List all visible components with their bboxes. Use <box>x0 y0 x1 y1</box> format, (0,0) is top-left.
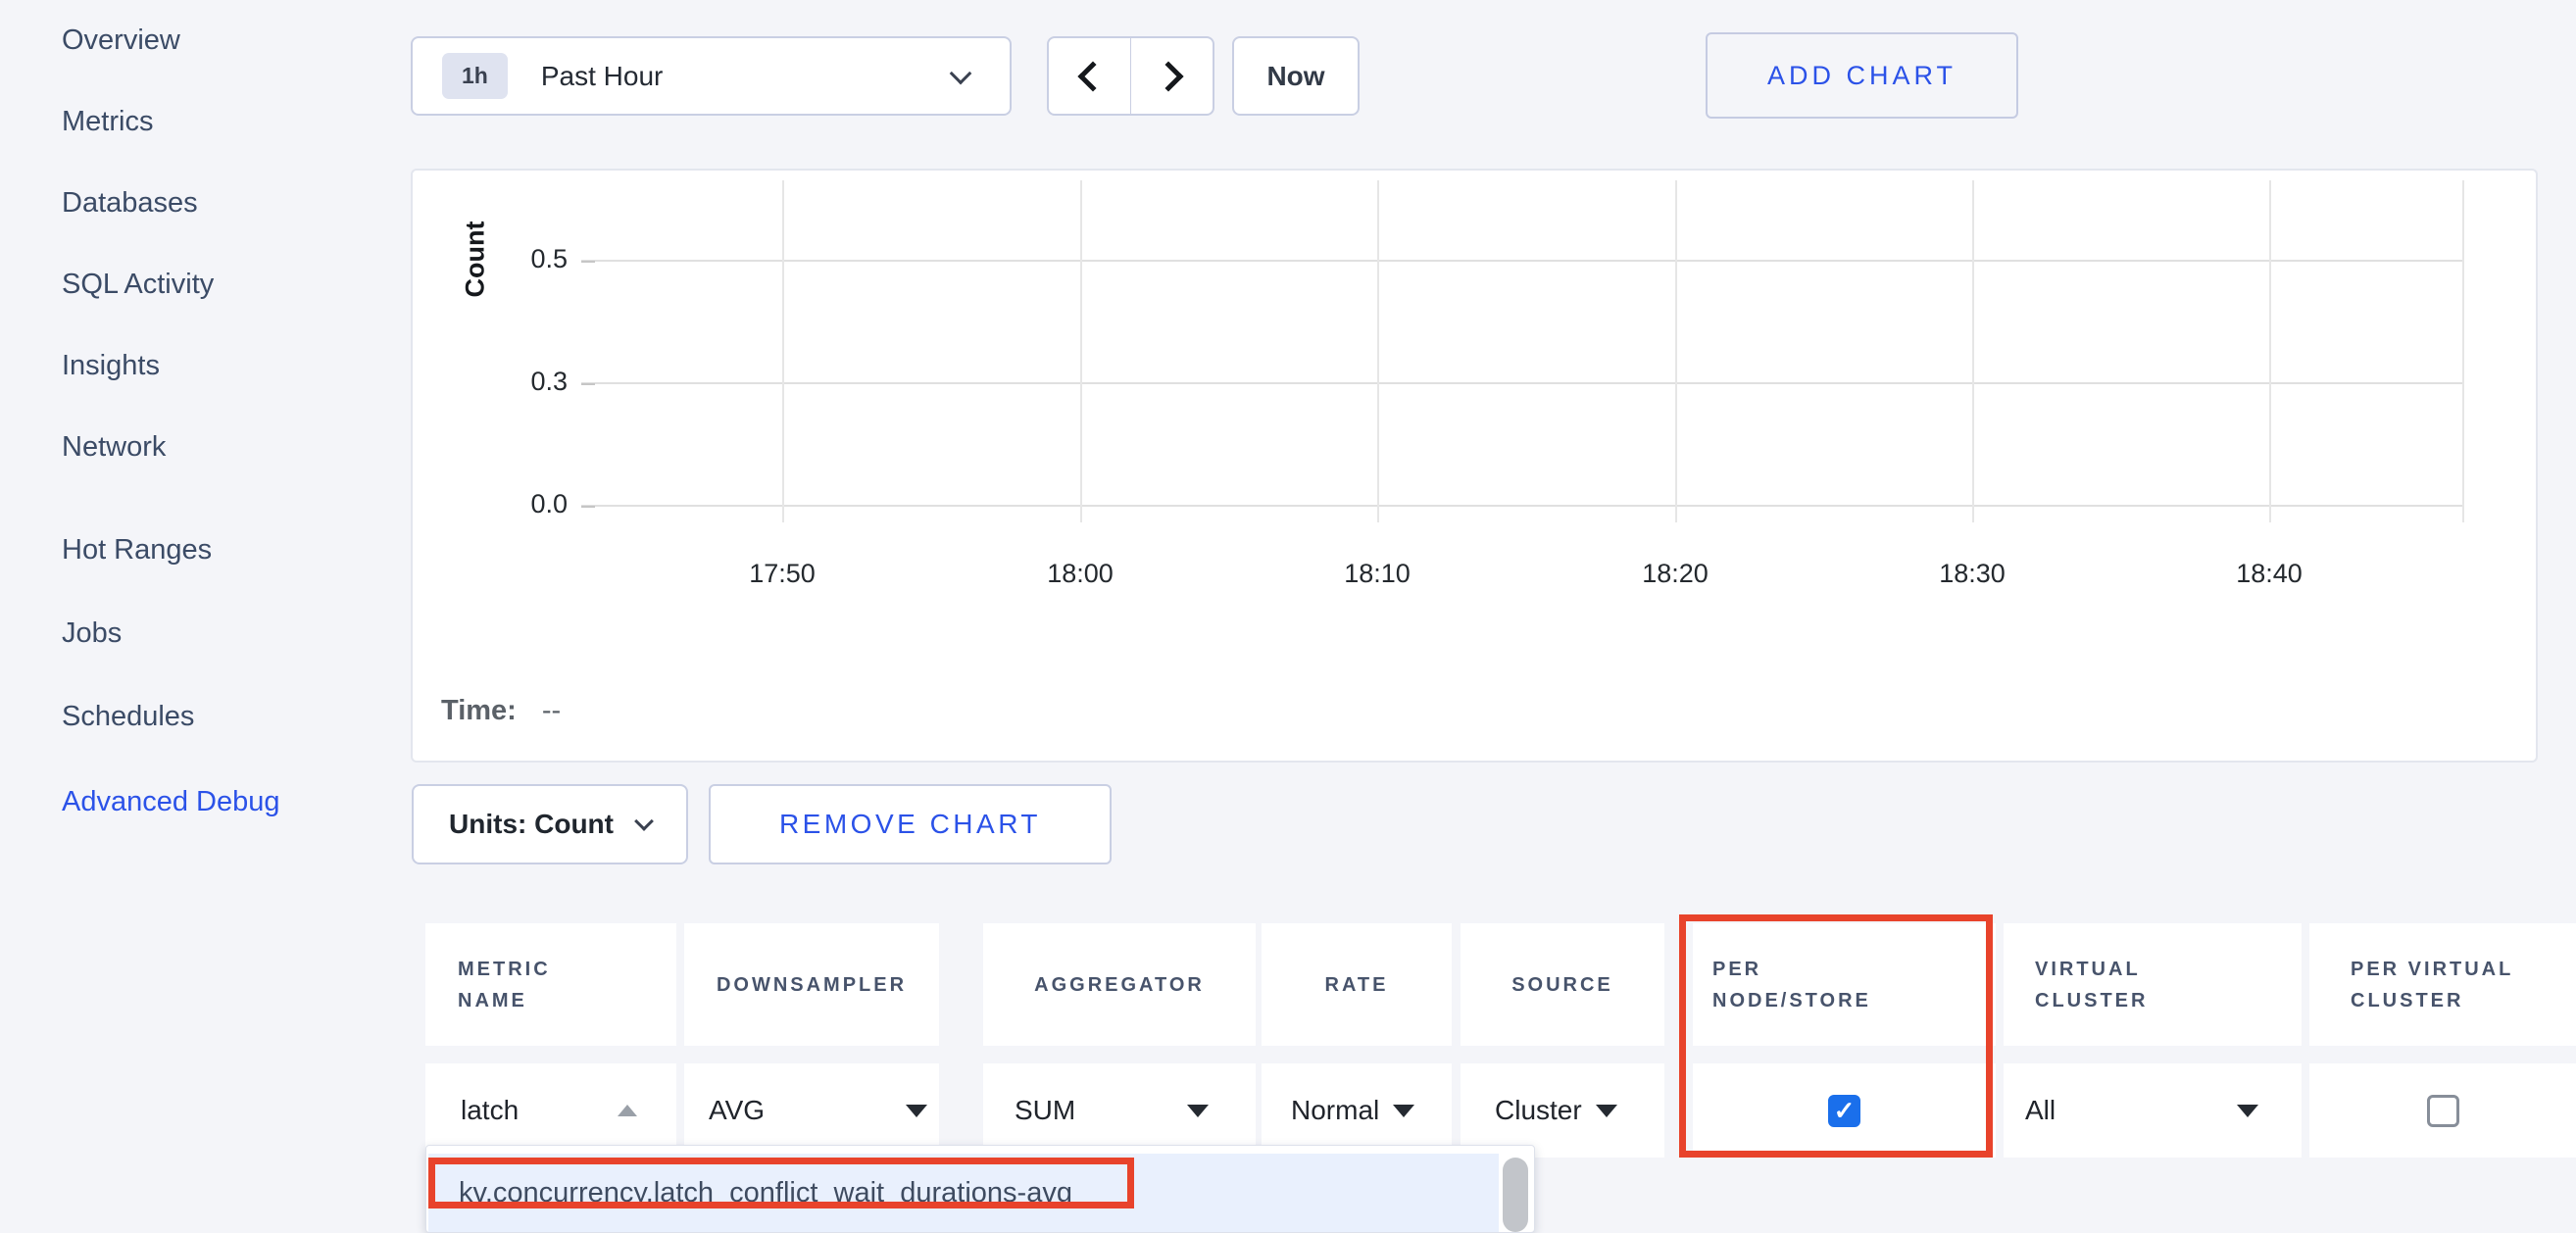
now-button[interactable]: Now <box>1232 36 1360 116</box>
horizontal-gridline <box>581 260 2462 262</box>
metric-suggestion-text: kv.concurrency.latch_conflict_wait_durat… <box>459 1177 1072 1209</box>
table-row-cell-metric-name: latch <box>425 1063 676 1158</box>
time-value: -- <box>542 695 561 726</box>
chevron-down-icon <box>634 812 654 831</box>
per-virtual-cluster-checkbox[interactable] <box>2427 1095 2459 1127</box>
vertical-gridline <box>2462 180 2464 522</box>
x-tick-label: 18:10 <box>1318 559 1436 589</box>
chart-hover-time: Time: -- <box>441 695 561 727</box>
vertical-gridline <box>782 180 784 522</box>
rate-select[interactable]: Normal <box>1262 1095 1379 1126</box>
virtual-cluster-select[interactable]: All <box>2004 1095 2056 1126</box>
y-tick-label: 0.0 <box>499 489 568 519</box>
sidebar-item-advanced-debug[interactable]: Advanced Debug <box>62 786 280 818</box>
column-header-per-node-store: PER NODE/STORE <box>1693 923 1996 1046</box>
custom-chart-card: Count Time: -- 0.5 0.3 0.0 17:50 18:00 18:10 18… <box>411 169 2538 763</box>
table-row-cell-rate: Normal <box>1262 1063 1452 1158</box>
sidebar-item-overview[interactable]: Overview <box>62 25 180 57</box>
caret-up-icon[interactable] <box>618 1105 637 1116</box>
downsampler-select[interactable]: AVG <box>684 1095 765 1126</box>
column-header-downsampler: DOWNSAMPLER <box>684 923 939 1046</box>
caret-down-icon[interactable] <box>1187 1105 1209 1117</box>
vertical-gridline <box>2269 180 2271 522</box>
time-range-selector[interactable]: 1h Past Hour <box>411 36 1012 116</box>
caret-down-icon[interactable] <box>2237 1105 2258 1117</box>
vertical-gridline <box>1972 180 1974 522</box>
y-tick-label: 0.3 <box>499 367 568 397</box>
sidebar-item-schedules[interactable]: Schedules <box>62 701 194 733</box>
column-header-aggregator: AGGREGATOR <box>983 923 1256 1046</box>
table-row-cell-virtual-cluster: All <box>2004 1063 2302 1158</box>
column-header-metric-name: METRIC NAME <box>425 923 676 1046</box>
column-header-source: SOURCE <box>1461 923 1664 1046</box>
sidebar-item-network[interactable]: Network <box>62 431 166 464</box>
add-chart-button[interactable]: ADD CHART <box>1706 32 2018 119</box>
units-label: Units: Count <box>449 809 614 840</box>
table-row-cell-downsampler: AVG <box>684 1063 939 1158</box>
y-tick-label: 0.5 <box>499 244 568 274</box>
sidebar-item-hot-ranges[interactable]: Hot Ranges <box>62 534 212 567</box>
source-select[interactable]: Cluster <box>1461 1095 1582 1126</box>
x-tick-label: 17:50 <box>723 559 841 589</box>
table-row-cell-aggregator: SUM <box>983 1063 1256 1158</box>
column-header-rate: RATE <box>1262 923 1452 1046</box>
sidebar-item-jobs[interactable]: Jobs <box>62 617 122 650</box>
chevron-down-icon <box>950 62 972 84</box>
sidebar-item-databases[interactable]: Databases <box>62 187 198 220</box>
time-range-label: Past Hour <box>541 61 664 92</box>
caret-down-icon[interactable] <box>1393 1105 1414 1117</box>
x-tick-label: 18:20 <box>1616 559 1734 589</box>
per-node-store-checkbox[interactable] <box>1828 1095 1860 1127</box>
metric-name-input[interactable]: latch <box>425 1095 519 1126</box>
sidebar-item-sql-activity[interactable]: SQL Activity <box>62 269 214 301</box>
chevron-right-icon <box>1153 61 1183 91</box>
time-label: Time: <box>441 695 517 726</box>
horizontal-gridline <box>581 382 2462 384</box>
sidebar-item-metrics[interactable]: Metrics <box>62 106 153 138</box>
table-row-cell-per-node-store <box>1693 1063 1996 1158</box>
caret-down-icon[interactable] <box>906 1105 927 1117</box>
remove-chart-button[interactable]: REMOVE CHART <box>709 784 1112 864</box>
table-row-cell-per-virtual-cluster <box>2309 1063 2576 1158</box>
vertical-gridline <box>1377 180 1379 522</box>
x-tick-label: 18:40 <box>2210 559 2328 589</box>
vertical-gridline <box>1675 180 1677 522</box>
sidebar-item-insights[interactable]: Insights <box>62 350 160 382</box>
x-tick-label: 18:30 <box>1913 559 2031 589</box>
horizontal-gridline <box>581 505 2462 507</box>
vertical-gridline <box>1080 180 1082 522</box>
metric-suggestion-dropdown: kv.concurrency.latch_conflict_wait_durat… <box>425 1145 1535 1233</box>
caret-down-icon[interactable] <box>1596 1105 1617 1117</box>
time-nav-group <box>1047 36 1214 116</box>
time-next-button[interactable] <box>1131 38 1213 114</box>
aggregator-select[interactable]: SUM <box>983 1095 1075 1126</box>
chevron-left-icon <box>1078 61 1109 91</box>
time-range-badge: 1h <box>442 53 508 99</box>
x-tick-label: 18:00 <box>1021 559 1139 589</box>
column-header-per-virtual-cluster: PER VIRTUAL CLUSTER <box>2309 923 2576 1046</box>
y-axis-label: Count <box>461 211 491 309</box>
time-prev-button[interactable] <box>1049 38 1130 114</box>
table-row-cell-source: Cluster <box>1461 1063 1664 1158</box>
units-dropdown[interactable]: Units: Count <box>412 784 688 864</box>
column-header-virtual-cluster: VIRTUAL CLUSTER <box>2004 923 2302 1046</box>
metric-suggestion-item[interactable]: kv.concurrency.latch_conflict_wait_durat… <box>428 1154 1499 1232</box>
